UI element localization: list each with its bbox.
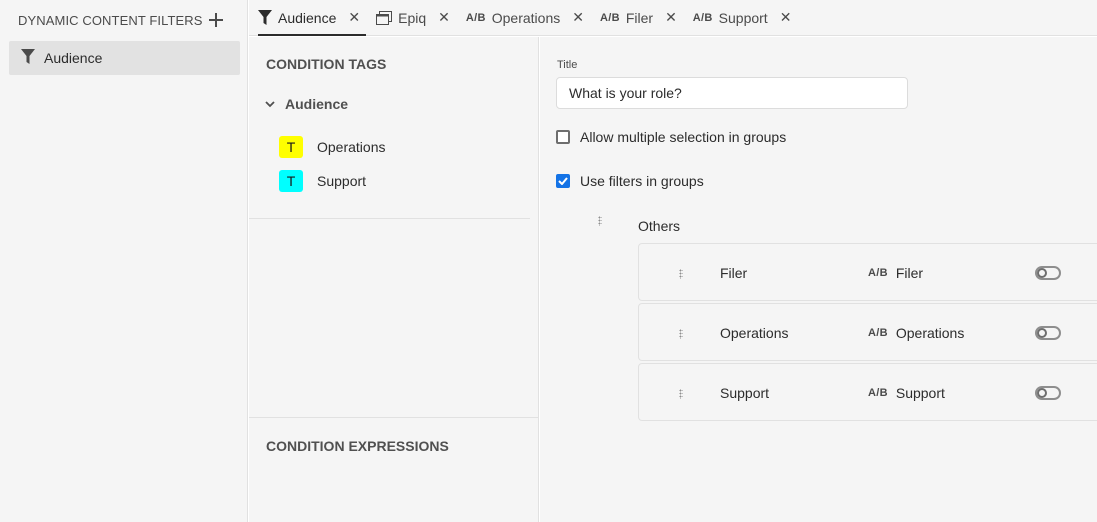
tab-label: Support — [718, 9, 768, 26]
tab-bar: Audience ✕ Epiq ✕ A/B Operations ✕ A/B F… — [249, 0, 1097, 36]
tab-epiq[interactable]: Epiq ✕ — [376, 0, 456, 35]
left-panel-title: DYNAMIC CONTENT FILTERS — [18, 12, 203, 28]
left-panel: DYNAMIC CONTENT FILTERS Audience — [0, 0, 248, 522]
add-filter-button[interactable] — [207, 11, 225, 29]
group-name: Others — [638, 218, 681, 234]
use-filters-checkbox-row[interactable]: Use filters in groups — [556, 173, 704, 189]
ab-icon: A/B — [868, 267, 888, 279]
group-item-name: Filer — [720, 265, 748, 281]
filter-icon — [21, 48, 35, 68]
title-input[interactable] — [556, 77, 908, 109]
group-item-filter: A/B Support — [868, 385, 945, 401]
allow-multiple-checkbox[interactable] — [556, 130, 570, 144]
use-filters-checkbox[interactable] — [556, 174, 570, 188]
group-item-filter-label: Support — [895, 385, 945, 401]
window-icon — [376, 10, 393, 25]
tab-operations[interactable]: A/B Operations ✕ — [466, 0, 590, 35]
tree-group-audience[interactable]: Audience — [265, 96, 348, 112]
tag-badge: T — [279, 170, 303, 192]
close-icon[interactable]: ✕ — [665, 9, 677, 26]
group-item-toggle[interactable] — [1035, 386, 1061, 400]
close-icon[interactable]: ✕ — [348, 9, 360, 26]
group-item-toggle[interactable] — [1035, 326, 1061, 340]
allow-multiple-label: Allow multiple selection in groups — [580, 129, 787, 145]
group-item-support: Support A/B Support — [638, 363, 1097, 421]
tab-filer[interactable]: A/B Filer ✕ — [600, 0, 683, 35]
tab-label: Epiq — [398, 9, 427, 26]
tab-label: Operations — [491, 9, 561, 26]
tag-item-support[interactable]: T Support — [279, 170, 366, 192]
tag-item-operations[interactable]: T Operations — [279, 136, 385, 158]
tag-label: Operations — [317, 139, 386, 155]
group-item-name: Support — [720, 385, 770, 401]
tab-label: Filer — [625, 9, 654, 26]
tab-support[interactable]: A/B Support ✕ — [693, 0, 798, 35]
chevron-down-icon — [265, 100, 275, 108]
tab-audience[interactable]: Audience ✕ — [258, 0, 367, 36]
group-item-filter: A/B Operations — [868, 325, 964, 341]
left-panel-header: DYNAMIC CONTENT FILTERS — [0, 0, 247, 40]
ab-icon: A/B — [465, 11, 486, 24]
filter-icon — [258, 9, 272, 26]
condition-panel: CONDITION TAGS Audience T Operations T S… — [249, 37, 539, 522]
drag-handle-icon[interactable] — [598, 216, 602, 226]
ab-icon: A/B — [599, 11, 620, 24]
group-item-filter-label: Operations — [895, 325, 965, 341]
group-item-filter: A/B Filer — [868, 265, 923, 281]
use-filters-label: Use filters in groups — [580, 173, 704, 189]
close-icon[interactable]: ✕ — [780, 9, 792, 26]
group-item-toggle[interactable] — [1035, 266, 1061, 280]
condition-expressions-title: CONDITION EXPRESSIONS — [266, 438, 449, 454]
title-label: Title — [557, 59, 578, 71]
ab-icon: A/B — [692, 11, 713, 24]
allow-multiple-checkbox-row[interactable]: Allow multiple selection in groups — [556, 129, 786, 145]
group-item-filter-label: Filer — [895, 265, 924, 281]
group-item-operations: Operations A/B Operations — [638, 303, 1097, 361]
tree-group-label: Audience — [285, 96, 349, 112]
left-item-label: Audience — [44, 50, 103, 66]
condition-tags-title: CONDITION TAGS — [266, 56, 387, 72]
divider — [249, 417, 539, 418]
drag-handle-icon[interactable] — [679, 386, 683, 402]
drag-handle-icon[interactable] — [679, 266, 683, 282]
ab-icon: A/B — [868, 327, 888, 339]
group-item-name: Operations — [720, 325, 789, 341]
group-item-filer: Filer A/B Filer — [638, 243, 1097, 301]
close-icon[interactable]: ✕ — [572, 9, 584, 26]
drag-handle-icon[interactable] — [679, 326, 683, 342]
checkmark-icon — [558, 177, 568, 185]
filter-settings-panel: Title Allow multiple selection in groups… — [540, 37, 1097, 522]
tab-label: Audience — [278, 9, 337, 26]
ab-icon: A/B — [868, 387, 888, 399]
tag-label: Support — [317, 173, 367, 189]
divider — [249, 218, 530, 219]
left-item-audience[interactable]: Audience — [9, 41, 240, 75]
close-icon[interactable]: ✕ — [438, 9, 450, 26]
tag-badge: T — [279, 136, 303, 158]
